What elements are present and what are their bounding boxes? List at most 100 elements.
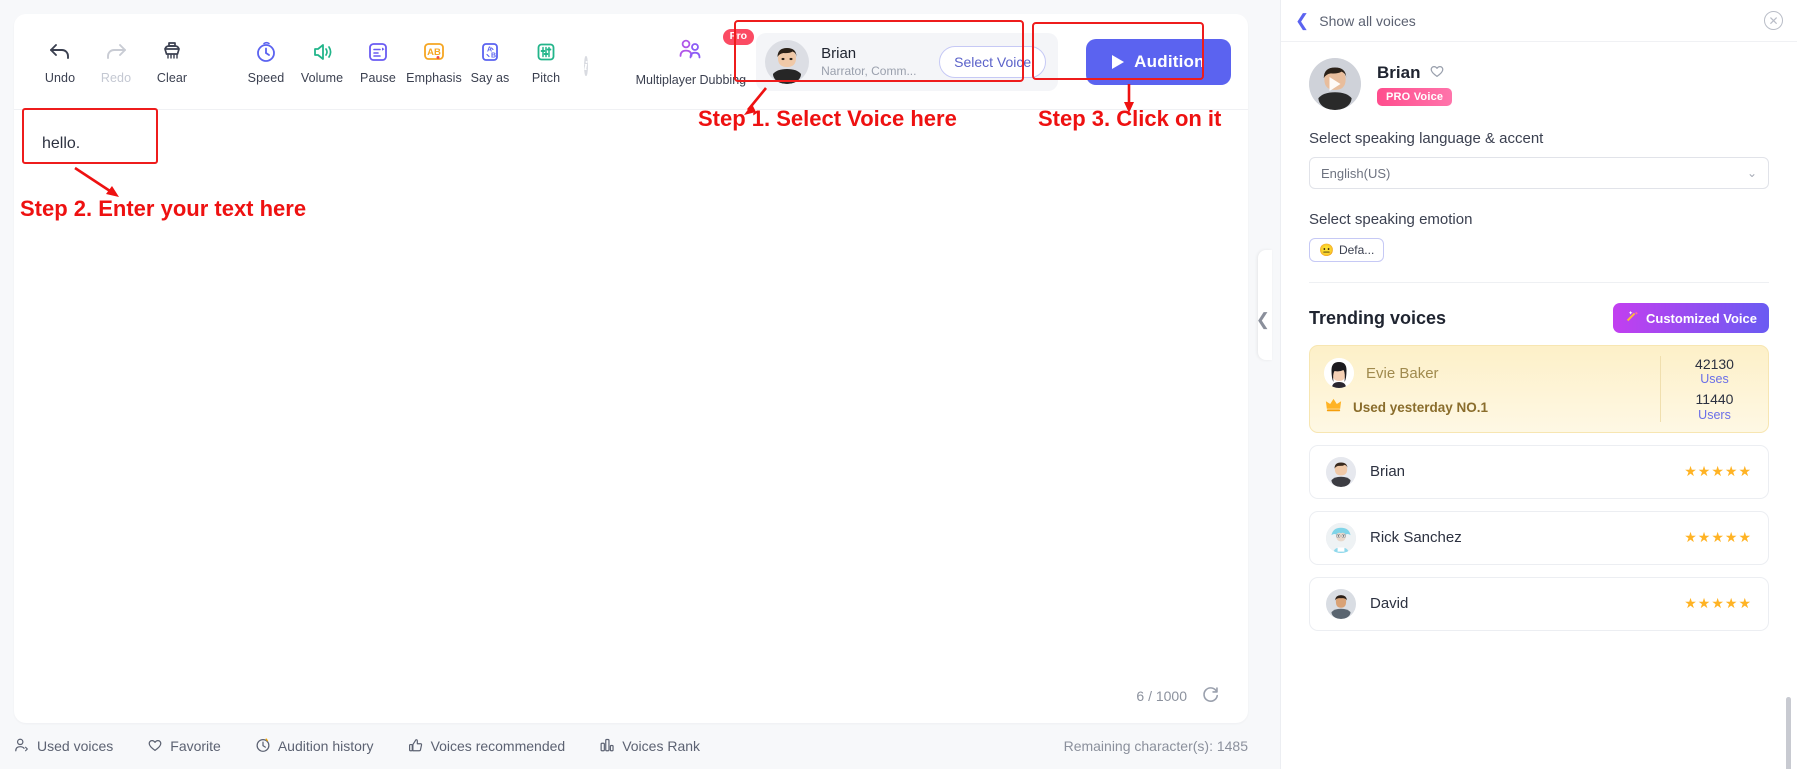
chevron-left-icon[interactable]: ❮ <box>1295 12 1309 29</box>
language-select[interactable]: English(US) ⌄ <box>1309 157 1769 189</box>
speed-button[interactable]: Speed <box>238 39 294 85</box>
multiplayer-dubbing-label: Multiplayer Dubbing <box>635 73 747 87</box>
audition-button[interactable]: Audition <box>1086 38 1231 85</box>
footer-favorite[interactable]: Favorite <box>147 737 221 756</box>
featured-voice-card[interactable]: Evie Baker Used yesterday NO.1 42130 Use… <box>1309 345 1769 433</box>
volume-speaker-icon <box>310 39 334 65</box>
clear-brush-icon <box>160 39 184 65</box>
pause-document-icon <box>366 39 390 65</box>
toolbar: Undo Redo Clear Speed Volume Pause AB Em… <box>14 14 1248 110</box>
pro-voice-badge: PRO Voice <box>1377 87 1453 106</box>
voice-chip-tags: Narrator, Comm... <box>821 64 917 78</box>
close-icon[interactable]: ✕ <box>1764 11 1783 30</box>
featured-users-label: Users <box>1698 407 1731 422</box>
multiplayer-dubbing-icon <box>676 36 706 67</box>
footer-favorite-label: Favorite <box>170 738 221 754</box>
footer-voices-recommended[interactable]: Voices recommended <box>408 737 566 756</box>
voice-name: Brian <box>1377 62 1421 82</box>
say-as-button[interactable]: AB Say as <box>462 39 518 85</box>
play-icon[interactable] <box>1329 77 1341 91</box>
david-avatar <box>1326 588 1356 619</box>
brian-avatar[interactable] <box>1309 58 1361 110</box>
editor-text[interactable]: hello. <box>42 132 1220 156</box>
redo-icon <box>104 39 128 65</box>
clock-history-icon <box>255 737 271 756</box>
evie-baker-avatar <box>1324 358 1354 388</box>
svg-text:B: B <box>491 52 496 59</box>
list-item[interactable]: Rick Sanchez ★★★★★ <box>1309 510 1769 565</box>
sidebar-body: Brian PRO Voice Select speaking language… <box>1281 42 1797 283</box>
heart-icon <box>147 737 163 756</box>
footer-voices-recommended-label: Voices recommended <box>430 738 566 754</box>
pitch-label: Pitch <box>531 70 561 85</box>
featured-rank-label: Used yesterday NO.1 <box>1353 399 1489 415</box>
footer-used-voices-label: Used voices <box>37 738 114 754</box>
sidebar-header: ❮ Show all voices ✕ <box>1281 0 1797 42</box>
info-icon[interactable]: i <box>584 55 588 76</box>
clear-button[interactable]: Clear <box>144 39 200 85</box>
pitch-button[interactable]: Pitch <box>518 39 574 85</box>
brian-avatar <box>765 39 810 84</box>
play-icon <box>1112 54 1125 69</box>
featured-name-row: Evie Baker <box>1324 358 1660 388</box>
customized-voice-button[interactable]: Customized Voice <box>1612 303 1769 333</box>
undo-button[interactable]: Undo <box>32 39 88 85</box>
speed-label: Speed <box>247 70 285 85</box>
voice-chip-meta: Brian Narrator, Comm... <box>821 45 927 78</box>
featured-uses-label: Uses <box>1700 372 1729 387</box>
heart-outline-icon[interactable] <box>1429 63 1445 83</box>
trending-title: Trending voices <box>1309 307 1447 328</box>
trending-header: Trending voices Customized Voice <box>1281 283 1797 345</box>
voice-chip-name: Brian <box>821 45 857 62</box>
featured-voice-name: Evie Baker <box>1366 364 1439 382</box>
chevron-down-icon: ⌄ <box>1746 166 1757 180</box>
footer-voices-rank[interactable]: Voices Rank <box>599 737 700 756</box>
pause-label: Pause <box>360 70 396 85</box>
list-item[interactable]: Brian ★★★★★ <box>1309 444 1769 499</box>
panel-resize-handle[interactable] <box>1258 250 1272 360</box>
emphasis-button[interactable]: AB Emphasis <box>406 39 462 85</box>
volume-button[interactable]: Volume <box>294 39 350 85</box>
sidebar-scrollbar-thumb[interactable] <box>1786 697 1791 769</box>
voice-name: Rick Sanchez <box>1370 529 1462 547</box>
featured-uses-number: 42130 <box>1695 356 1734 372</box>
refresh-icon[interactable] <box>1201 685 1220 707</box>
footer-bar: Used voices Favorite Audition history Vo… <box>0 723 1280 769</box>
pro-badge: Pro <box>722 29 755 45</box>
multiplayer-dubbing-button[interactable]: Pro Multiplayer Dubbing <box>626 29 756 87</box>
brian-avatar <box>1326 456 1356 487</box>
featured-stat-uses: 42130 Uses <box>1695 356 1734 386</box>
footer-audition-history[interactable]: Audition history <box>255 737 374 756</box>
list-item[interactable]: David ★★★★★ <box>1309 576 1769 631</box>
undo-label: Undo <box>44 70 76 85</box>
say-as-icon: AB <box>478 39 502 65</box>
redo-button[interactable]: Redo <box>88 39 144 85</box>
panel-collapse-arrow-icon[interactable]: ❮ <box>1256 310 1270 330</box>
trending-voice-list: Evie Baker Used yesterday NO.1 42130 Use… <box>1281 345 1797 769</box>
rating-stars: ★★★★★ <box>1684 595 1752 612</box>
crown-icon <box>1324 396 1343 418</box>
voice-selector-chip[interactable]: Brian Narrator, Comm... Select Voice <box>756 32 1059 91</box>
show-all-voices-link[interactable]: Show all voices <box>1319 13 1416 29</box>
featured-rank-row: Used yesterday NO.1 <box>1324 396 1660 418</box>
character-counter-row: 6 / 1000 <box>1136 685 1220 707</box>
magic-wand-icon <box>1625 309 1640 327</box>
pause-button[interactable]: Pause <box>350 39 406 85</box>
rick-sanchez-avatar <box>1326 522 1356 553</box>
footer-used-voices[interactable]: Used voices <box>14 737 113 756</box>
emotion-chip-default[interactable]: 😐 Defa... <box>1309 238 1385 262</box>
featured-stats: 42130 Uses 11440 Users <box>1660 356 1768 422</box>
voice-row-david: David ★★★★★ <box>1310 578 1768 630</box>
emotion-chip-label: Defa... <box>1338 243 1375 257</box>
select-voice-button[interactable]: Select Voice <box>939 45 1047 78</box>
voice-detail-sidebar: ❮ Show all voices ✕ Brian PRO Voice Sele… <box>1280 0 1797 769</box>
volume-label: Volume <box>300 70 344 85</box>
thumbs-up-icon <box>408 737 424 756</box>
emotion-emoji-icon: 😐 <box>1319 243 1334 257</box>
voice-name-row: Brian <box>1377 63 1452 83</box>
emphasis-label: Emphasis <box>406 70 462 85</box>
rating-stars: ★★★★★ <box>1684 463 1752 480</box>
language-selected-value: English(US) <box>1321 165 1391 181</box>
rating-stars: ★★★★★ <box>1684 529 1752 546</box>
voice-name: David <box>1370 595 1409 613</box>
